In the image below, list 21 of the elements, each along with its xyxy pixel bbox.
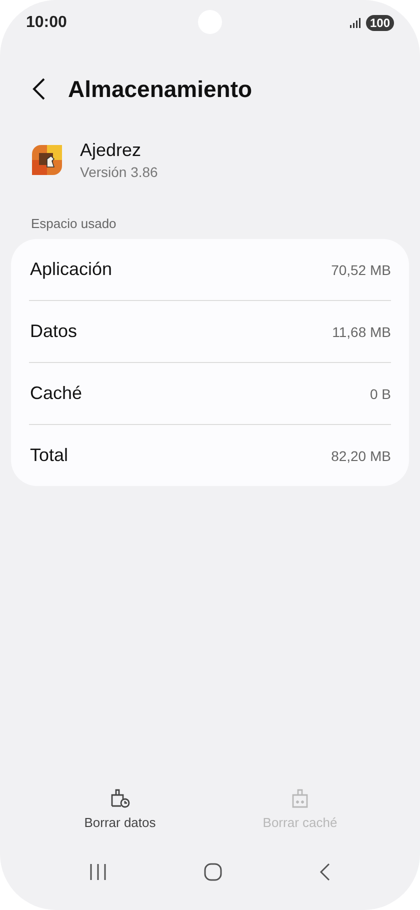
back-icon[interactable]	[32, 78, 46, 100]
signal-icon	[350, 18, 362, 28]
storage-label: Total	[29, 445, 68, 466]
storage-value: 11,68 MB	[332, 324, 391, 340]
storage-value: 70,52 MB	[331, 262, 391, 278]
app-version: Versión 3.86	[80, 164, 158, 180]
back-nav-icon[interactable]	[318, 863, 332, 881]
storage-label: Caché	[29, 383, 82, 404]
section-label: Espacio usado	[30, 215, 118, 233]
app-name: Ajedrez	[80, 140, 142, 161]
storage-label: Aplicación	[29, 259, 112, 280]
recent-apps-icon[interactable]	[88, 863, 108, 881]
chess-app-icon	[32, 145, 62, 175]
page-title: Almacenamiento	[68, 76, 252, 102]
storage-value: 0 B	[370, 386, 391, 402]
battery-level: 100	[366, 15, 394, 31]
action-button[interactable]: Borrar datos	[55, 783, 185, 834]
storage-value: 82,20 MB	[331, 448, 391, 464]
storage-label: Datos	[29, 321, 78, 342]
status-time: 10:00	[26, 14, 67, 32]
home-icon[interactable]	[202, 862, 223, 882]
